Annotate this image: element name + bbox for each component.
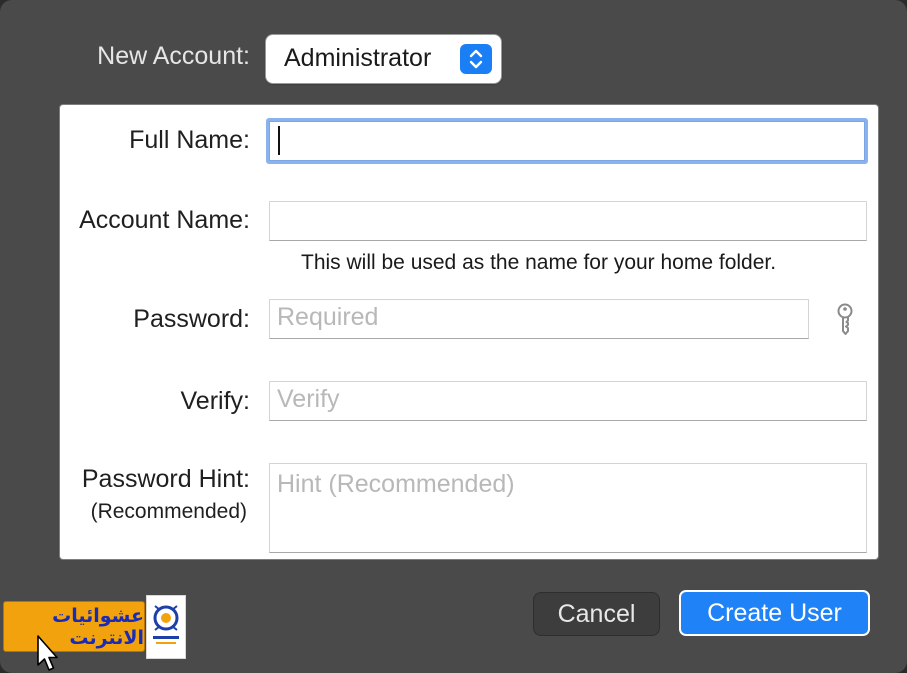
password-field[interactable]: Required: [269, 299, 809, 339]
chevron-up-down-icon: [460, 44, 492, 74]
cancel-button[interactable]: Cancel: [534, 593, 659, 635]
password-label: Password:: [133, 305, 250, 333]
account-type-popup[interactable]: Administrator: [266, 35, 501, 83]
full-name-label: Full Name:: [129, 126, 250, 154]
password-hint-sublabel: (Recommended): [90, 500, 247, 523]
verify-field[interactable]: Verify: [269, 381, 867, 421]
verify-label: Verify:: [180, 387, 250, 415]
full-name-field[interactable]: [266, 118, 868, 164]
key-icon[interactable]: [834, 303, 856, 335]
watermark-text: عشوائيات الانترنت: [52, 604, 144, 649]
password-hint-placeholder: Hint (Recommended): [277, 470, 515, 498]
new-account-label: New Account:: [97, 42, 250, 70]
password-hint-label: Password Hint:: [81, 465, 250, 493]
verify-placeholder: Verify: [277, 385, 340, 413]
text-caret: [278, 126, 280, 155]
watermark-logo: [146, 595, 186, 659]
mouse-cursor-icon: [36, 635, 58, 673]
account-name-label: Account Name:: [79, 206, 250, 234]
home-folder-note: This will be used as the name for your h…: [301, 251, 777, 274]
password-hint-field[interactable]: Hint (Recommended): [269, 463, 867, 553]
new-account-sheet: New Account: Administrator Full Name: Ac…: [0, 0, 907, 673]
watermark-banner: عشوائيات الانترنت: [3, 601, 145, 652]
create-user-button[interactable]: Create User: [679, 590, 870, 636]
account-type-value: Administrator: [284, 44, 432, 72]
password-placeholder: Required: [277, 303, 379, 331]
account-name-field[interactable]: [269, 201, 867, 241]
